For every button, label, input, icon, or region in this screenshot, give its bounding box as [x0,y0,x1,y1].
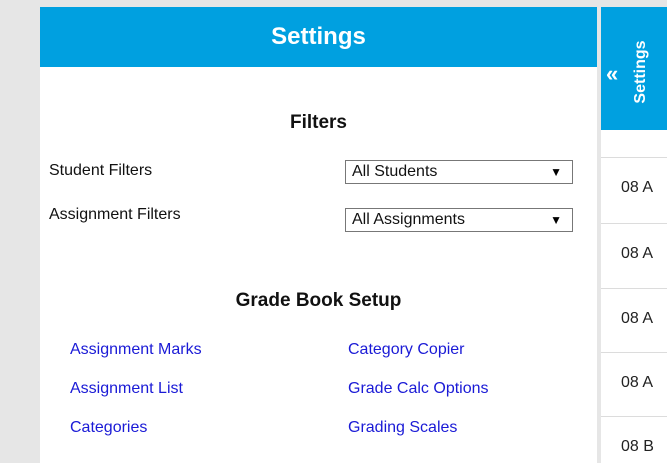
categories-link[interactable]: Categories [70,419,147,437]
student-filters-value: All Students [352,163,438,180]
settings-title: Settings [271,23,366,50]
list-item-label: 08 A [621,179,654,196]
assignment-marks-link[interactable]: Assignment Marks [70,341,202,359]
settings-header: Settings [40,7,597,67]
list-item-label: 08 A [621,374,654,391]
list-item-label: 08 A [621,245,654,262]
student-filters-label: Student Filters [49,162,153,179]
list-item-label: 08 A [621,310,654,327]
settings-side-tab[interactable]: « Settings [601,7,667,130]
grade-book-setup-heading: Grade Book Setup [235,290,402,311]
settings-tab-label: Settings [632,40,649,104]
list-item[interactable]: 08 A [601,288,667,352]
triangle-down-icon: ▼ [550,213,562,227]
list-item[interactable]: 08 B [601,416,667,463]
side-list: 08 A 08 A 08 A 08 A 08 B [601,130,667,463]
category-copier-link[interactable]: Category Copier [348,341,465,359]
list-item[interactable]: 08 A [601,223,667,287]
assignment-filters-label: Assignment Filters [49,206,181,223]
filters-heading: Filters [289,112,348,133]
assignment-list-link[interactable]: Assignment List [70,380,183,398]
assignment-filters-value: All Assignments [352,211,465,228]
list-item[interactable]: 08 A [601,352,667,416]
assignment-filters-select[interactable]: All Assignments ▼ [345,208,573,232]
list-item-label: 08 B [621,438,654,455]
grading-scales-link[interactable]: Grading Scales [348,419,457,437]
triangle-down-icon: ▼ [550,165,562,179]
student-filters-select[interactable]: All Students ▼ [345,160,573,184]
double-chevron-left-icon[interactable]: « [606,63,618,85]
list-item[interactable]: 08 A [601,157,667,221]
grade-calc-options-link[interactable]: Grade Calc Options [348,380,489,398]
settings-panel: Settings Filters Student Filters All Stu… [40,7,597,463]
